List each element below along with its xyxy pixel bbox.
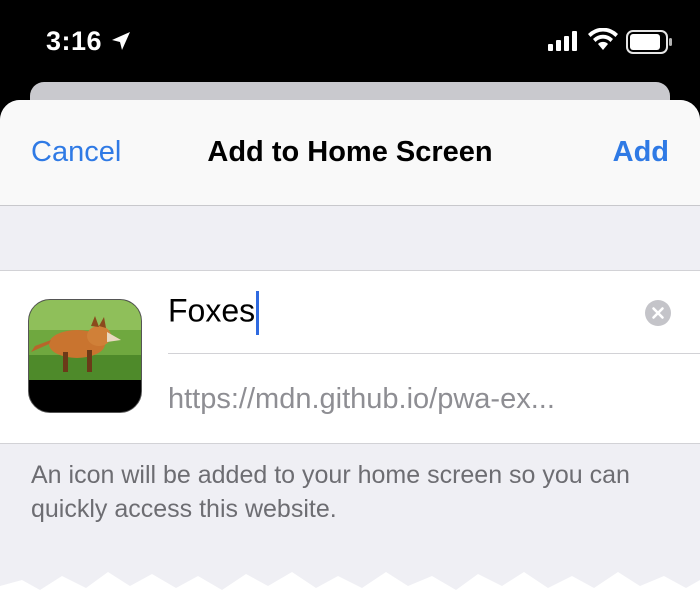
- app-name-input[interactable]: Foxes: [168, 291, 260, 335]
- cellular-signal-icon: [548, 31, 577, 51]
- location-arrow-icon: [112, 32, 130, 50]
- footer-note: An icon will be added to your home scree…: [31, 461, 630, 523]
- website-url: https://mdn.github.io/pwa-ex...: [168, 383, 555, 415]
- add-form: Foxes https://mdn.github.io/pwa-ex...: [0, 270, 700, 444]
- wifi-icon: [588, 28, 618, 50]
- app-name-value: Foxes: [168, 292, 256, 329]
- navigation-bar: Cancel Add to Home Screen Add: [0, 100, 700, 206]
- status-bar: 3:16: [0, 0, 700, 90]
- status-time: 3:16: [46, 26, 103, 56]
- name-row: Foxes: [168, 271, 700, 354]
- fox-app-icon: [28, 299, 142, 413]
- add-to-home-screen-sheet: Cancel Add to Home Screen Add Foxes http…: [0, 100, 700, 614]
- torn-edge-decoration: [0, 572, 700, 614]
- battery-icon: [626, 30, 672, 54]
- clear-text-icon[interactable]: [645, 300, 671, 326]
- page-title: Add to Home Screen: [207, 136, 493, 168]
- text-cursor: [256, 291, 260, 335]
- add-button[interactable]: Add: [613, 136, 669, 169]
- fox-image: [29, 300, 141, 412]
